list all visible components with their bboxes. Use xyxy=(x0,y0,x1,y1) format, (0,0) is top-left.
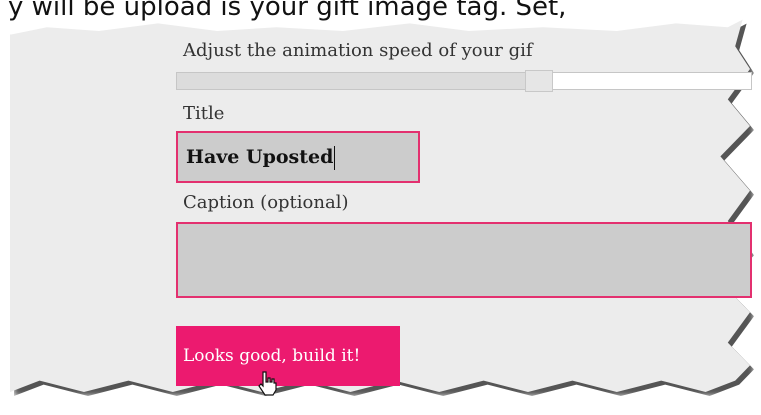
build-button[interactable]: Looks good, build it! xyxy=(176,326,400,386)
speed-label: Adjust the animation speed of your gif xyxy=(183,40,533,61)
caption-label: Caption (optional) xyxy=(183,192,349,213)
title-input[interactable]: Have Uposted xyxy=(176,131,420,183)
slider-track-empty xyxy=(551,72,752,90)
animation-speed-slider[interactable] xyxy=(176,70,752,92)
slider-track-filled xyxy=(176,72,531,90)
hand-pointer-icon xyxy=(258,371,277,396)
caption-input[interactable] xyxy=(176,222,752,298)
title-value: Have Uposted xyxy=(186,146,334,168)
slider-handle[interactable] xyxy=(525,70,553,92)
text-caret xyxy=(334,146,336,170)
title-label: Title xyxy=(183,103,225,124)
header-text: y will be upload is your gift image tag.… xyxy=(8,0,567,22)
